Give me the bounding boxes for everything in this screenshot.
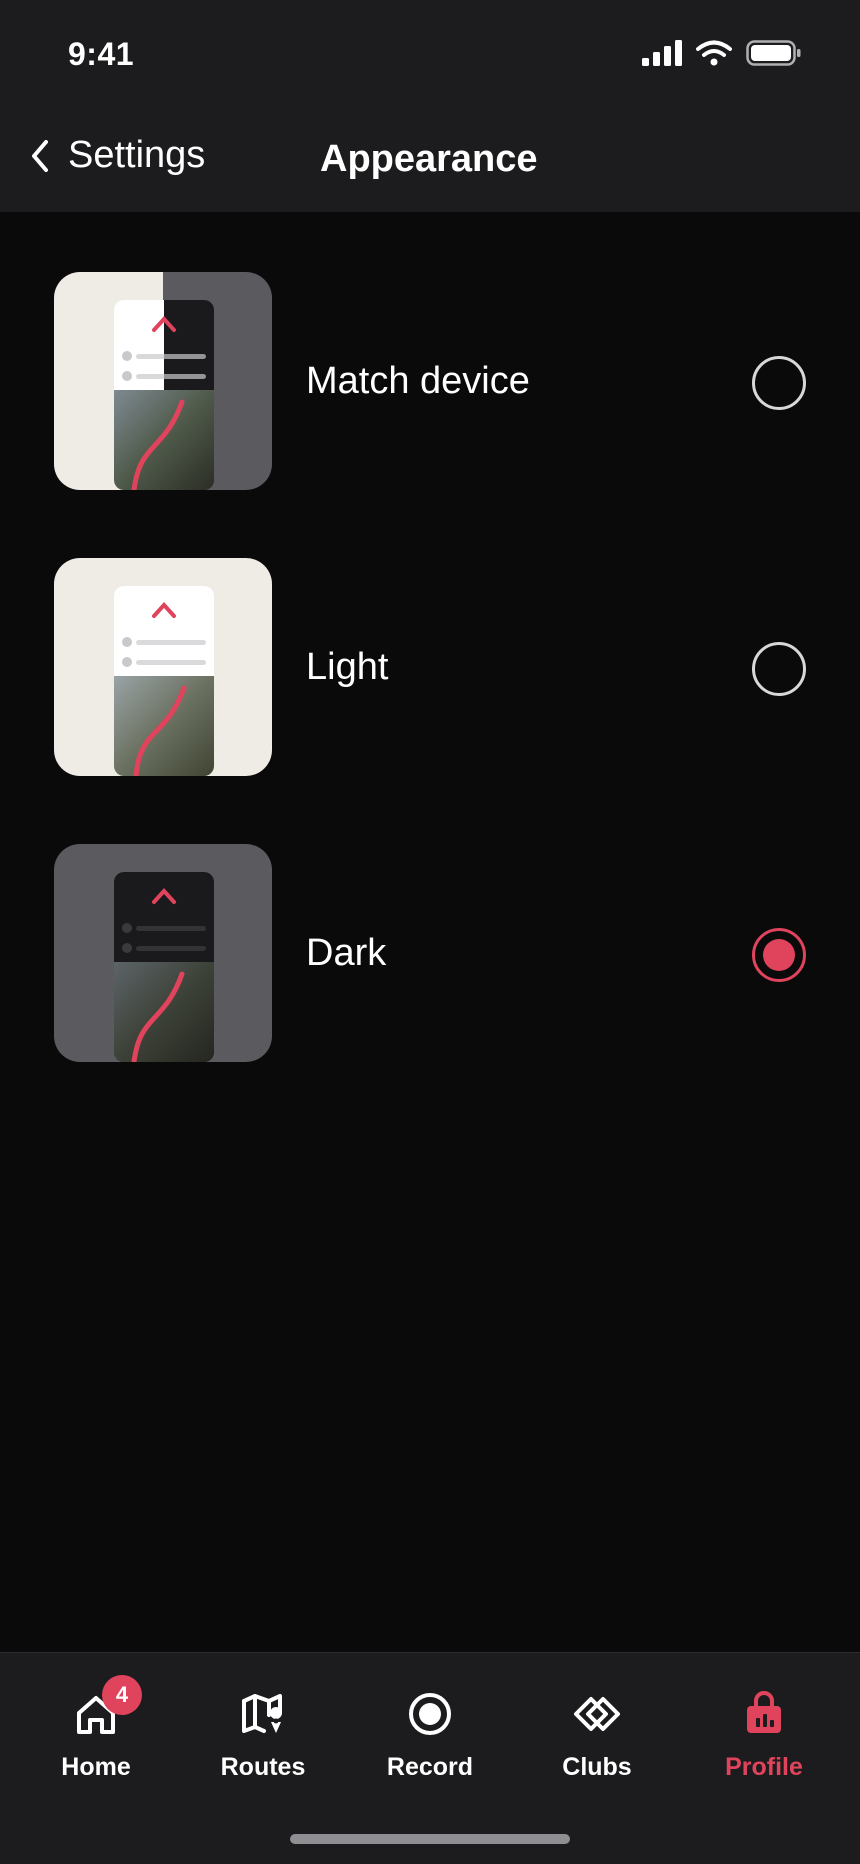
clubs-icon [574, 1697, 620, 1731]
status-icons [642, 40, 802, 66]
tab-label: Clubs [562, 1753, 632, 1781]
option-light[interactable]: Light [0, 558, 860, 788]
home-indicator[interactable] [290, 1834, 570, 1844]
tab-label: Profile [725, 1753, 803, 1781]
radio-match-device[interactable] [752, 356, 806, 410]
status-bar: 9:41 [0, 0, 860, 110]
tab-label: Routes [220, 1753, 306, 1781]
radio-light[interactable] [752, 642, 806, 696]
shopping-bag-icon [747, 1691, 781, 1733]
option-label: Light [306, 646, 389, 688]
option-match-device[interactable]: Match device [0, 272, 860, 502]
option-label: Dark [306, 932, 387, 974]
wifi-icon [696, 40, 732, 66]
option-dark[interactable]: Dark [0, 844, 860, 1074]
option-label: Match device [306, 360, 530, 402]
signal-icon [642, 40, 682, 66]
navigation-bar: Settings Appearance [0, 110, 860, 212]
light-preview [54, 558, 272, 776]
record-icon [409, 1693, 451, 1735]
tab-label: Home [61, 1753, 131, 1781]
status-time: 9:41 [68, 36, 135, 72]
back-label: Settings [68, 134, 206, 176]
tab-profile[interactable]: Profile [694, 1689, 834, 1799]
match-device-preview [54, 272, 272, 490]
tab-clubs[interactable]: Clubs [527, 1689, 667, 1799]
tab-bar: 4 Home Routes Record Clubs Profile [0, 1652, 860, 1864]
tab-label: Record [386, 1753, 474, 1781]
tab-routes[interactable]: Routes [193, 1689, 333, 1799]
back-button[interactable]: Settings [30, 134, 205, 177]
battery-icon [746, 40, 801, 66]
chevron-left-icon [32, 139, 48, 172]
page-title: Appearance [320, 138, 538, 180]
tab-record[interactable]: Record [360, 1689, 500, 1799]
dark-preview [54, 844, 272, 1062]
map-pin-icon [242, 1694, 283, 1733]
notification-badge: 4 [102, 1675, 142, 1715]
tab-home[interactable]: 4 Home [26, 1675, 166, 1799]
radio-dark[interactable] [752, 928, 806, 982]
